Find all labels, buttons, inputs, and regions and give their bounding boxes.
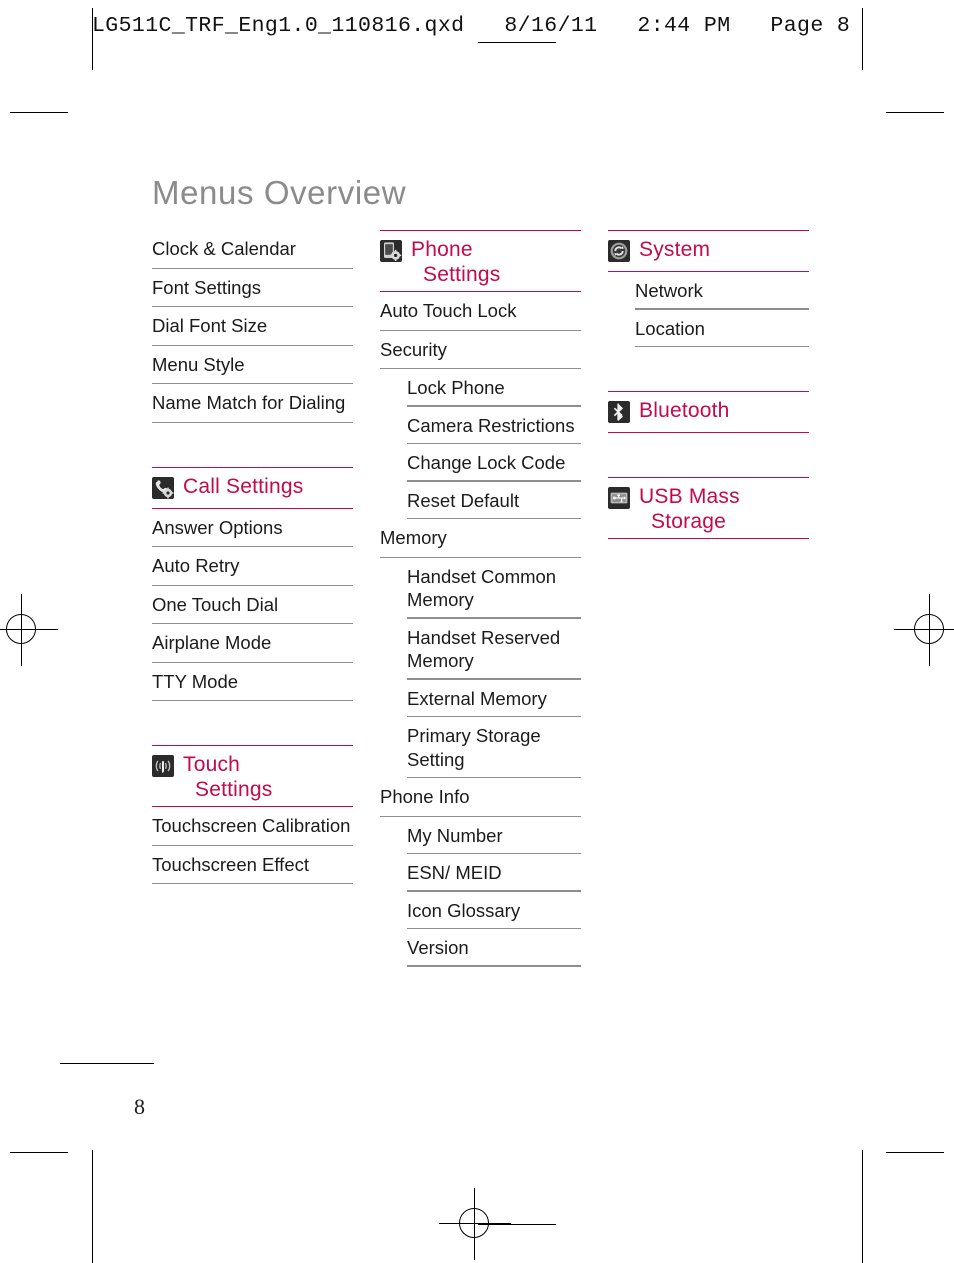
fold-mark-bottom [478,1224,556,1225]
page-title: Menus Overview [152,174,407,212]
menu-item[interactable]: Location [608,310,809,348]
phone-settings-icon [380,240,402,262]
menu-item[interactable]: Touchscreen Effect [152,846,353,884]
system-refresh-icon [608,240,630,262]
menu-item[interactable]: Menu Style [152,346,353,384]
trim-mark-top-right [862,8,863,70]
registration-mark-left [0,594,58,666]
menu-item[interactable]: ESN/ MEID [380,854,581,892]
crop-mark-bottom-edge-right [886,1152,944,1153]
menu-item[interactable]: Security [380,331,581,369]
crop-mark-top-left [10,112,68,113]
menu-item[interactable]: My Number [380,817,581,855]
group-touch-settings-header[interactable]: Touch Settings [152,745,353,807]
menu-item[interactable]: Handset Common Memory [380,558,581,619]
phone-gear-icon [152,476,174,499]
menu-item[interactable]: Airplane Mode [152,624,353,663]
menu-item[interactable]: Version [380,929,581,967]
group-usb-mass-storage-header-label-line2: Storage [651,510,726,533]
group-system-header-label: System [639,238,711,261]
group-phone-settings-header-label: Phone Settings [411,238,501,286]
group-touch-settings: Touch Settings Touchscreen Calibration Touc… [152,745,353,884]
group-call-settings-header-label: Call Settings [183,474,304,498]
menu-item[interactable]: Reset Default [380,482,581,520]
group-usb-mass-storage-header[interactable]: USB Mass Storage [608,477,809,539]
menu-item[interactable]: Touchscreen Calibration [152,807,353,846]
menu-item[interactable]: Change Lock Code [380,444,581,482]
crop-mark-bottom-edge-left [10,1152,68,1153]
usb-icon [608,487,630,509]
bluetooth-icon [608,401,630,423]
prepress-header-text: LG511C_TRF_Eng1.0_110816.qxd 8/16/11 2:4… [92,14,851,38]
menu-item[interactable]: TTY Mode [152,663,353,701]
menus-overview-columns: Clock & Calendar Font Settings Dial Font S… [152,230,812,967]
group-touch-settings-header-label: Touch Settings [183,753,273,801]
menu-item[interactable]: Memory [380,519,581,558]
menu-item[interactable]: Auto Retry [152,547,353,586]
crop-mark-bottom-left [60,1063,154,1064]
menu-item[interactable]: External Memory [380,680,581,718]
group-system-header[interactable]: System [608,230,809,272]
column-right: System Network Location Bluetooth USB Mass St… [608,230,809,967]
menu-item[interactable]: Auto Touch Lock [380,292,581,331]
group-bluetooth: Bluetooth [608,391,809,433]
group-call-settings: Call Settings Answer Options Auto Retry One… [152,466,353,701]
menu-item[interactable]: Phone Info [380,778,581,817]
menu-item[interactable]: Primary Storage Setting [380,717,581,778]
group-display-settings: Clock & Calendar Font Settings Dial Font S… [152,230,353,423]
trim-mark-bottom-left [92,1150,93,1263]
column-middle: Phone Settings Auto Touch Lock Security Lock… [380,230,581,967]
menu-item[interactable]: Answer Options [152,509,353,547]
menu-item[interactable]: Dial Font Size [152,307,353,346]
menu-item[interactable]: Handset Reserved Memory [380,619,581,680]
crop-mark-top-right [886,112,944,113]
group-usb-mass-storage-header-label: USB Mass Storage [639,485,740,533]
menu-item[interactable]: Network [608,272,809,310]
group-bluetooth-header[interactable]: Bluetooth [608,391,809,433]
fold-mark-top [478,42,556,43]
registration-mark-right [894,594,954,666]
trim-mark-bottom-right [862,1150,863,1263]
menu-item[interactable]: Clock & Calendar [152,230,353,269]
column-left: Clock & Calendar Font Settings Dial Font S… [152,230,353,967]
group-phone-settings-header[interactable]: Phone Settings [380,230,581,292]
menu-item[interactable]: Lock Phone [380,369,581,407]
menu-item[interactable]: One Touch Dial [152,586,353,624]
group-touch-settings-header-label-line2: Settings [195,778,273,801]
menu-item[interactable]: Camera Restrictions [380,407,581,445]
menu-item[interactable]: Name Match for Dialing [152,384,353,423]
group-usb-mass-storage: USB Mass Storage [608,477,809,539]
group-call-settings-header[interactable]: Call Settings [152,466,353,509]
page-number: 8 [134,1094,145,1119]
trim-mark-top-left [92,8,93,70]
group-phone-settings: Phone Settings Auto Touch Lock Security Lock… [380,230,581,967]
group-phone-settings-header-label-line2: Settings [423,263,501,286]
menu-item[interactable]: Icon Glossary [380,892,581,930]
group-bluetooth-header-label: Bluetooth [639,399,730,422]
touch-ripple-icon [152,755,174,777]
group-system: System Network Location [608,230,809,347]
menu-item[interactable]: Font Settings [152,269,353,307]
